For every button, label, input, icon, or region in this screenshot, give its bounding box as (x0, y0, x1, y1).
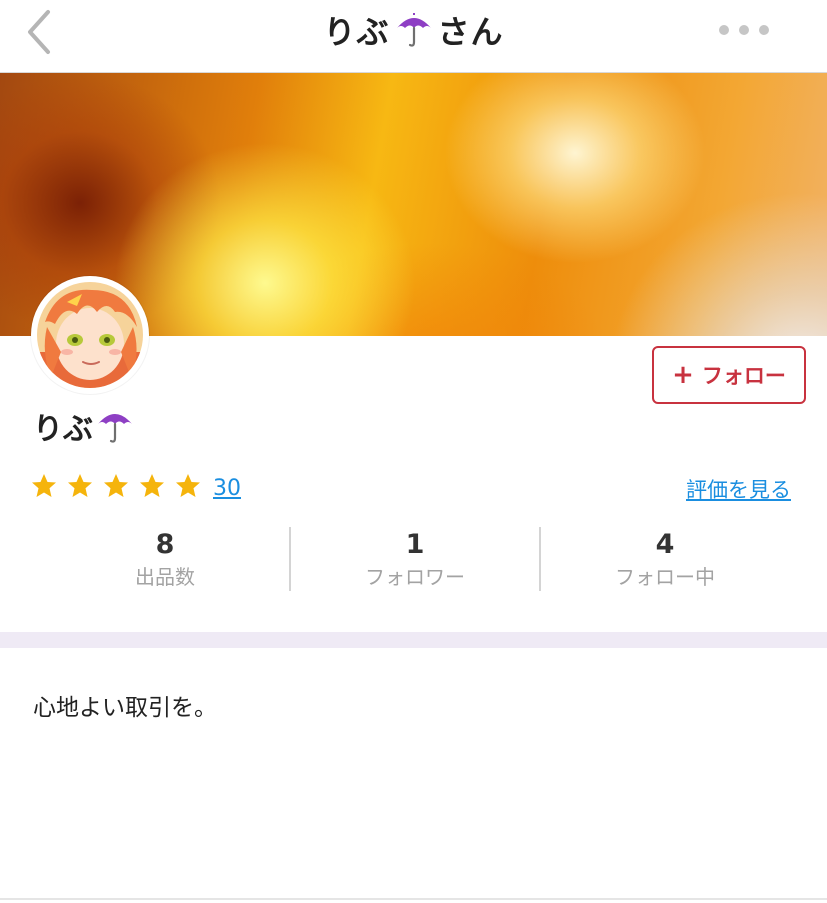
stat-value: 8 (155, 529, 175, 560)
star-icon (140, 474, 164, 497)
user-name-text: りぶ (33, 412, 93, 447)
stat-label: フォロー中 (615, 565, 715, 589)
user-name: りぶ (33, 404, 135, 448)
umbrella-icon (394, 10, 434, 50)
plus-icon: + (672, 360, 694, 390)
stat-value: 4 (655, 529, 675, 560)
stat-following[interactable]: 4 フォロー中 (540, 524, 790, 594)
rating-count-link[interactable]: 30 (213, 476, 241, 501)
follow-button[interactable]: + フォロー (652, 346, 806, 404)
page-title: りぶ さん (0, 0, 827, 60)
stat-label: フォロワー (365, 565, 465, 589)
stat-label: 出品数 (135, 565, 195, 589)
divider (0, 898, 827, 900)
star-icon (68, 474, 92, 497)
star-rating (31, 473, 211, 503)
rating-row: 30 (31, 472, 241, 504)
view-ratings-link[interactable]: 評価を見る (686, 474, 791, 504)
more-options-button[interactable] (716, 22, 772, 38)
star-icon (32, 474, 56, 497)
stat-listings[interactable]: 8 出品数 (40, 524, 290, 594)
stat-followers[interactable]: 1 フォロワー (290, 524, 540, 594)
follow-button-label: フォロー (701, 364, 786, 388)
profile-bio: 心地よい取引を。 (33, 695, 217, 721)
star-icon (104, 474, 128, 497)
page-title-suffix: さん (437, 13, 504, 51)
stat-value: 1 (405, 529, 425, 560)
more-horizontal-icon (719, 25, 769, 35)
star-icon (176, 474, 200, 497)
avatar[interactable] (31, 276, 149, 394)
section-divider (0, 632, 827, 648)
top-nav-bar: りぶ さん (0, 0, 827, 73)
page-title-name: りぶ (323, 13, 390, 51)
avatar-illustration (37, 282, 143, 388)
umbrella-icon (95, 406, 135, 446)
stats-bar: 8 出品数 1 フォロワー 4 フォロー中 (40, 524, 790, 594)
